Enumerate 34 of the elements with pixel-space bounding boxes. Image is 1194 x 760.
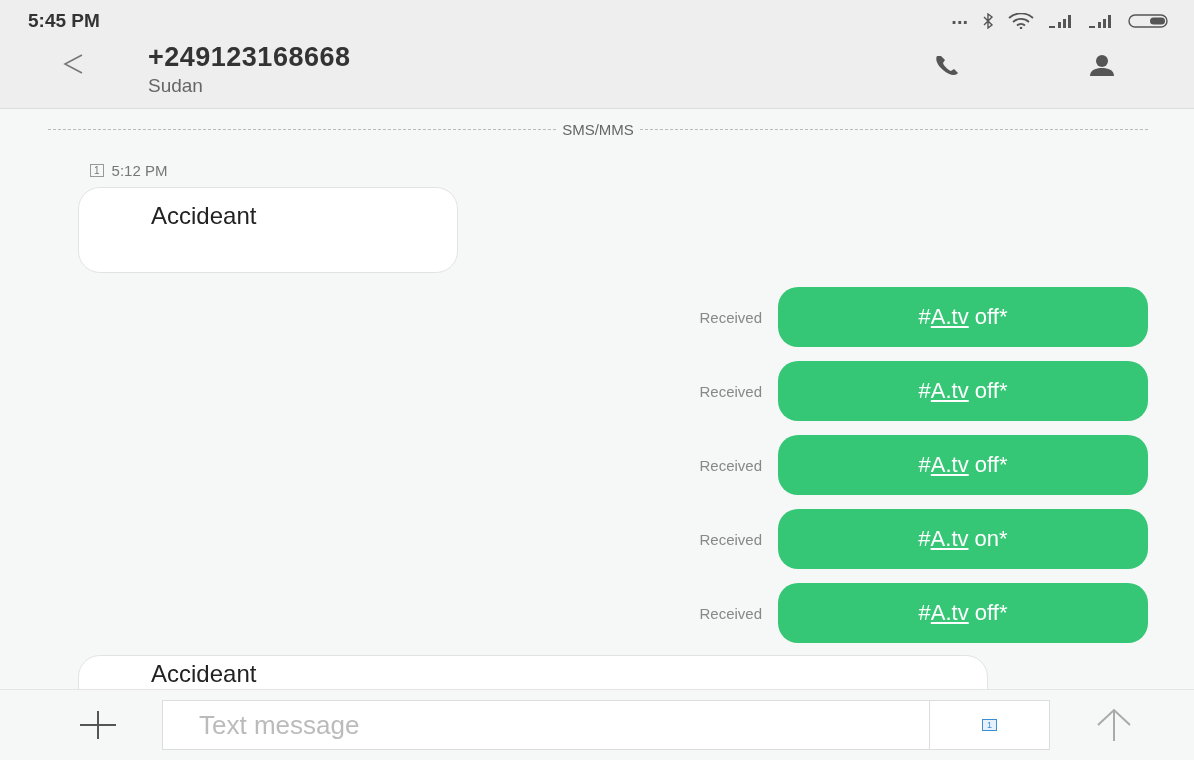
- delivery-status: Received: [699, 382, 762, 400]
- outgoing-message-bubble: #A.tv off*: [778, 435, 1148, 495]
- incoming-message-bubble: Accideant: [78, 187, 458, 273]
- signal-icon: [1048, 14, 1074, 28]
- delivery-status: Received: [699, 530, 762, 548]
- contact-icon[interactable]: [1088, 54, 1116, 78]
- outgoing-message-bubble: #A.tv off*: [778, 361, 1148, 421]
- bluetooth-icon: [982, 13, 994, 29]
- message-link[interactable]: A.tv: [930, 526, 969, 551]
- outgoing-message-bubble: #A.tv off*: [778, 583, 1148, 643]
- status-time: 5:45 PM: [28, 10, 100, 32]
- message-link[interactable]: A.tv: [930, 452, 969, 477]
- channel-label: SMS/MMS: [562, 121, 634, 138]
- message-link[interactable]: A.tv: [930, 378, 969, 403]
- message-field[interactable]: Text message: [162, 700, 930, 750]
- battery-icon: [1128, 13, 1170, 29]
- delivery-status: Received: [699, 456, 762, 474]
- more-dots: ...: [951, 7, 968, 27]
- wifi-icon: [1008, 13, 1034, 29]
- contact-number: +249123168668: [148, 42, 352, 73]
- sim-select-button[interactable]: 1: [930, 700, 1050, 750]
- message-link[interactable]: A.tv: [930, 304, 969, 329]
- signal-icon: [1088, 14, 1114, 28]
- incoming-message-bubble: Accideant: [78, 655, 988, 689]
- back-icon[interactable]: [62, 52, 84, 76]
- outgoing-message-bubble: #A.tv on*: [778, 509, 1148, 569]
- phone-icon[interactable]: [934, 54, 960, 78]
- delivery-status: Received: [699, 308, 762, 326]
- delivery-status: Received: [699, 604, 762, 622]
- sim-badge: 1: [90, 164, 104, 177]
- contact-country: Sudan: [148, 75, 204, 97]
- message-time: 5:12 PM: [111, 162, 168, 179]
- message-link[interactable]: A.tv: [930, 600, 969, 625]
- outgoing-message-bubble: #A.tv off*: [778, 287, 1148, 347]
